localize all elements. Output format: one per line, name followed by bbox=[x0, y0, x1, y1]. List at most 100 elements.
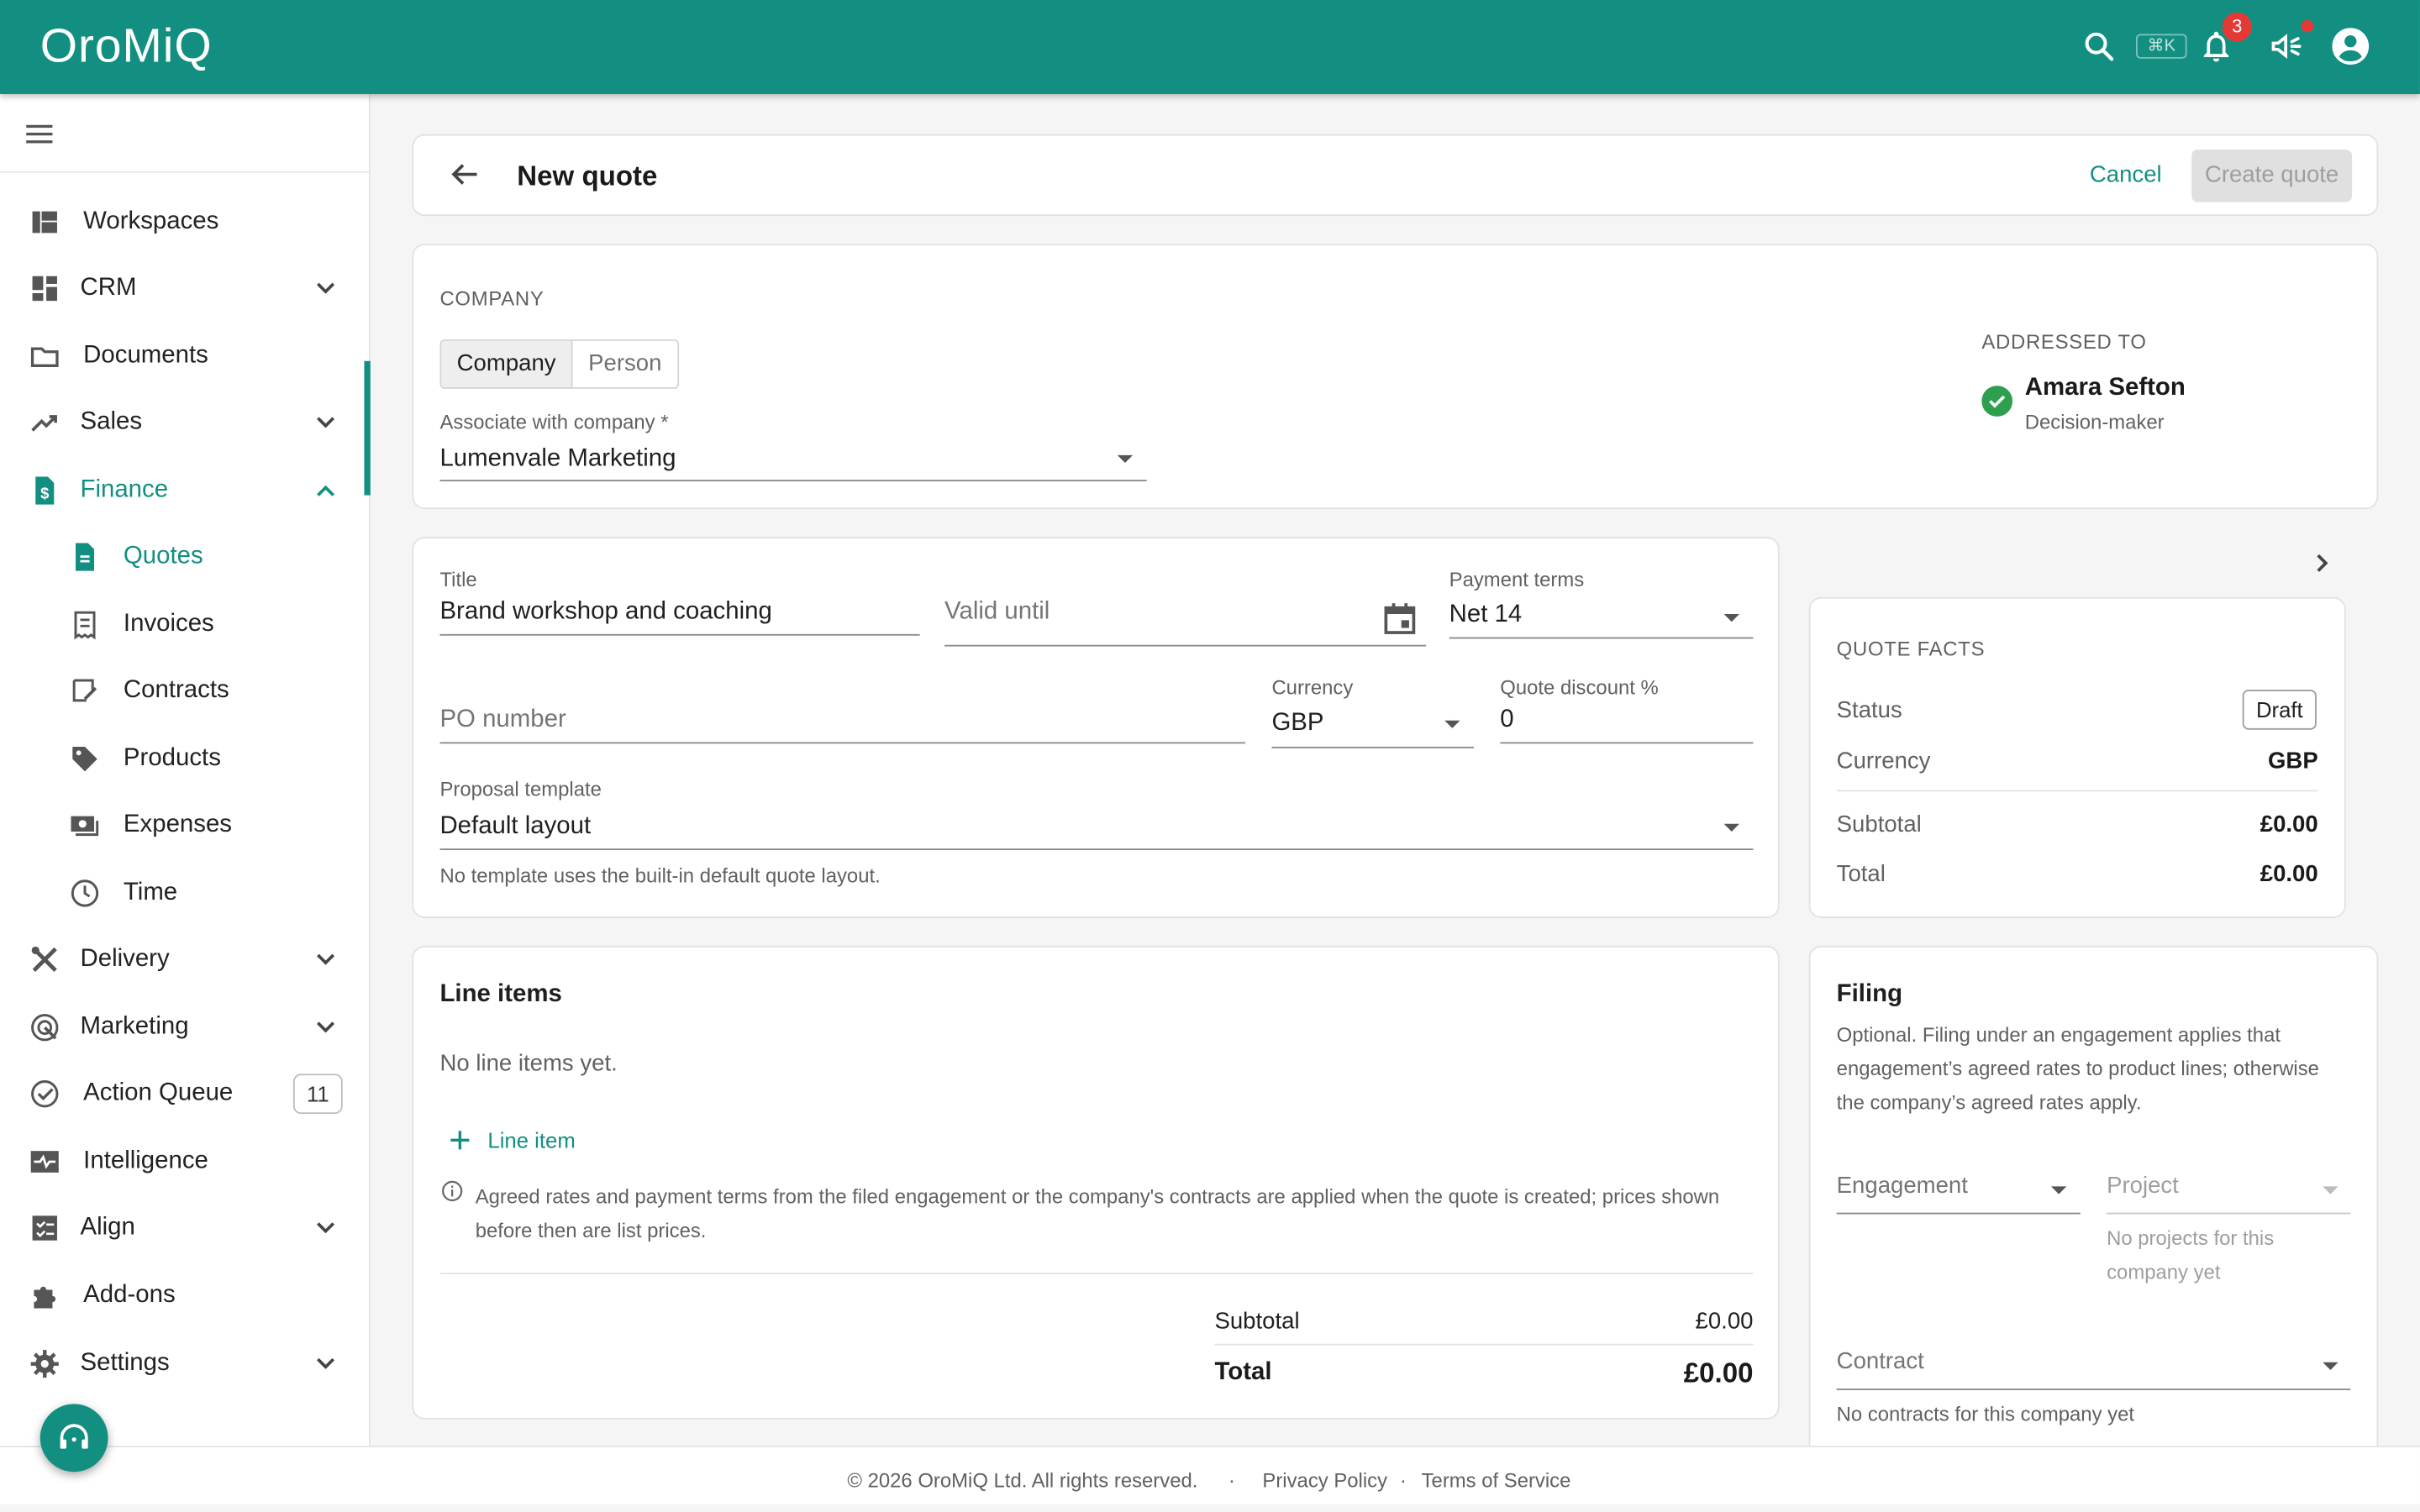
associate-company-underline bbox=[439, 480, 1147, 482]
calendar-icon[interactable] bbox=[1381, 600, 1418, 637]
toggle-person[interactable]: Person bbox=[573, 341, 677, 387]
dropdown-caret-icon bbox=[2323, 1186, 2338, 1194]
sidebar-item-documents[interactable]: Documents bbox=[0, 328, 369, 384]
sidebar-item-action-queue[interactable]: Action Queue 11 bbox=[0, 1066, 369, 1121]
sidebar-item-crm[interactable]: CRM bbox=[0, 260, 369, 316]
contact-name[interactable]: Amara Sefton bbox=[2025, 375, 2186, 402]
search-icon[interactable] bbox=[2077, 24, 2120, 67]
footer-separator: · bbox=[1399, 1468, 1407, 1493]
line-items-divider bbox=[439, 1273, 1754, 1275]
chevron-up-icon[interactable] bbox=[310, 475, 341, 507]
sidebar-item-quotes[interactable]: Quotes bbox=[0, 529, 369, 585]
project-underline bbox=[2107, 1212, 2351, 1215]
sidebar-item-sales[interactable]: Sales bbox=[0, 395, 369, 450]
po-number-input[interactable]: PO number bbox=[439, 706, 566, 734]
sidebar-item-add-ons[interactable]: Add-ons bbox=[0, 1268, 369, 1324]
quote-discount-input[interactable]: 0 bbox=[1500, 706, 1513, 734]
sidebar-item-settings[interactable]: Settings bbox=[0, 1336, 369, 1392]
dropdown-caret-icon[interactable] bbox=[2050, 1186, 2067, 1194]
chevron-down-icon[interactable] bbox=[310, 273, 341, 304]
sidebar-item-marketing[interactable]: Marketing bbox=[0, 1000, 369, 1055]
toggle-company[interactable]: Company bbox=[441, 340, 573, 388]
sidebar-item-time[interactable]: Time bbox=[0, 865, 369, 921]
chevron-down-icon[interactable] bbox=[310, 944, 341, 975]
sidebar-item-products[interactable]: Products bbox=[0, 732, 369, 787]
dropdown-caret-icon[interactable] bbox=[1117, 454, 1134, 464]
page-header-card bbox=[412, 134, 2379, 217]
dropdown-caret-icon[interactable] bbox=[1723, 823, 1739, 832]
contract-select[interactable]: Contract bbox=[1837, 1348, 1924, 1374]
currency-label: Currency bbox=[1271, 675, 1354, 700]
status-label: Status bbox=[1836, 697, 1902, 724]
quote-discount-underline bbox=[1500, 742, 1754, 744]
sidebar-item-invoices[interactable]: Invoices bbox=[0, 597, 369, 653]
engagement-select[interactable]: Engagement bbox=[1837, 1173, 1968, 1199]
terms-of-service-link[interactable]: Terms of Service bbox=[1422, 1469, 1571, 1493]
currency-underline bbox=[1271, 746, 1475, 748]
checklist-icon bbox=[28, 1211, 61, 1245]
chevron-down-icon[interactable] bbox=[310, 1348, 341, 1379]
add-line-item-button[interactable]: Line item bbox=[487, 1128, 575, 1152]
menu-icon[interactable] bbox=[24, 118, 55, 150]
sidebar-item-label: Settings bbox=[80, 1350, 170, 1377]
tag-icon bbox=[68, 742, 102, 775]
associate-company-select[interactable]: Lumenvale Marketing bbox=[439, 446, 676, 474]
proposal-template-underline bbox=[439, 848, 1754, 851]
title-input[interactable]: Brand workshop and coaching bbox=[439, 599, 771, 627]
chevron-down-icon[interactable] bbox=[310, 1012, 341, 1043]
create-quote-button[interactable]: Create quote bbox=[2191, 150, 2353, 202]
payment-terms-select[interactable]: Net 14 bbox=[1449, 601, 1523, 629]
payment-terms-label: Payment terms bbox=[1449, 567, 1585, 591]
sidebar-item-label: Contracts bbox=[123, 677, 229, 704]
sidebar-item-finance[interactable]: $ Finance bbox=[0, 463, 369, 518]
support-button[interactable] bbox=[39, 1404, 108, 1473]
app-logo[interactable]: OroMiQ bbox=[40, 18, 213, 74]
filing-desc-3: the company’s agreed rates apply. bbox=[1836, 1090, 2142, 1115]
dropdown-caret-icon[interactable] bbox=[1723, 614, 1739, 622]
sidebar-item-label: Add-ons bbox=[83, 1282, 176, 1309]
sidebar-item-contracts[interactable]: Contracts bbox=[0, 664, 369, 719]
sidebar-item-delivery[interactable]: Delivery bbox=[0, 932, 369, 987]
megaphone-icon[interactable] bbox=[2265, 24, 2308, 67]
plus-icon[interactable] bbox=[448, 1128, 472, 1152]
footer: © 2026 OroMiQ Ltd. All rights reserved. … bbox=[0, 1445, 2420, 1504]
chevron-down-icon[interactable] bbox=[310, 407, 341, 438]
page-title: New quote bbox=[517, 160, 658, 192]
subtotal-value: £0.00 bbox=[1695, 1308, 1754, 1335]
privacy-policy-link[interactable]: Privacy Policy bbox=[1262, 1469, 1387, 1493]
dropdown-caret-icon[interactable] bbox=[1444, 720, 1460, 728]
contract-icon bbox=[68, 675, 102, 708]
active-section-indicator bbox=[364, 360, 371, 496]
announcement-dot bbox=[2301, 19, 2314, 33]
receipt-icon bbox=[68, 608, 102, 642]
sidebar-item-label: Delivery bbox=[80, 945, 170, 973]
total-label: Total bbox=[1214, 1359, 1272, 1386]
proposal-template-select[interactable]: Default layout bbox=[439, 813, 591, 841]
account-icon[interactable] bbox=[2329, 24, 2372, 67]
notification-badge: 3 bbox=[2222, 12, 2252, 42]
back-arrow-icon[interactable] bbox=[448, 157, 481, 191]
dropdown-caret-icon[interactable] bbox=[2323, 1362, 2338, 1370]
sidebar-item-intelligence[interactable]: Intelligence bbox=[0, 1134, 369, 1189]
line-items-empty: No line items yet. bbox=[439, 1050, 618, 1078]
payment-terms-underline bbox=[1449, 637, 1754, 639]
title-underline bbox=[439, 633, 920, 636]
currency-select[interactable]: GBP bbox=[1271, 710, 1323, 738]
valid-until-input[interactable]: Valid until bbox=[944, 599, 1050, 627]
headset-icon bbox=[60, 1424, 88, 1449]
quote-form-card bbox=[412, 537, 1780, 918]
cancel-button[interactable]: Cancel bbox=[2090, 162, 2162, 188]
engagement-underline bbox=[1836, 1212, 2081, 1215]
chevron-down-icon[interactable] bbox=[310, 1213, 341, 1244]
sidebar-item-label: Finance bbox=[80, 476, 169, 503]
sidebar-item-label: Action Queue bbox=[83, 1079, 234, 1106]
monitor-heart-icon bbox=[28, 1145, 61, 1179]
company-person-toggle: Company Person bbox=[439, 339, 679, 389]
sidebar-item-workspaces[interactable]: Workspaces bbox=[0, 194, 369, 249]
project-help-1: No projects for this bbox=[2107, 1226, 2275, 1250]
sidebar-item-expenses[interactable]: Expenses bbox=[0, 798, 369, 853]
sidebar-item-align[interactable]: Align bbox=[0, 1200, 369, 1256]
associate-company-label: Associate with company * bbox=[439, 410, 669, 434]
chevron-right-icon[interactable] bbox=[2306, 548, 2337, 579]
sidebar-item-label: Align bbox=[80, 1214, 135, 1241]
